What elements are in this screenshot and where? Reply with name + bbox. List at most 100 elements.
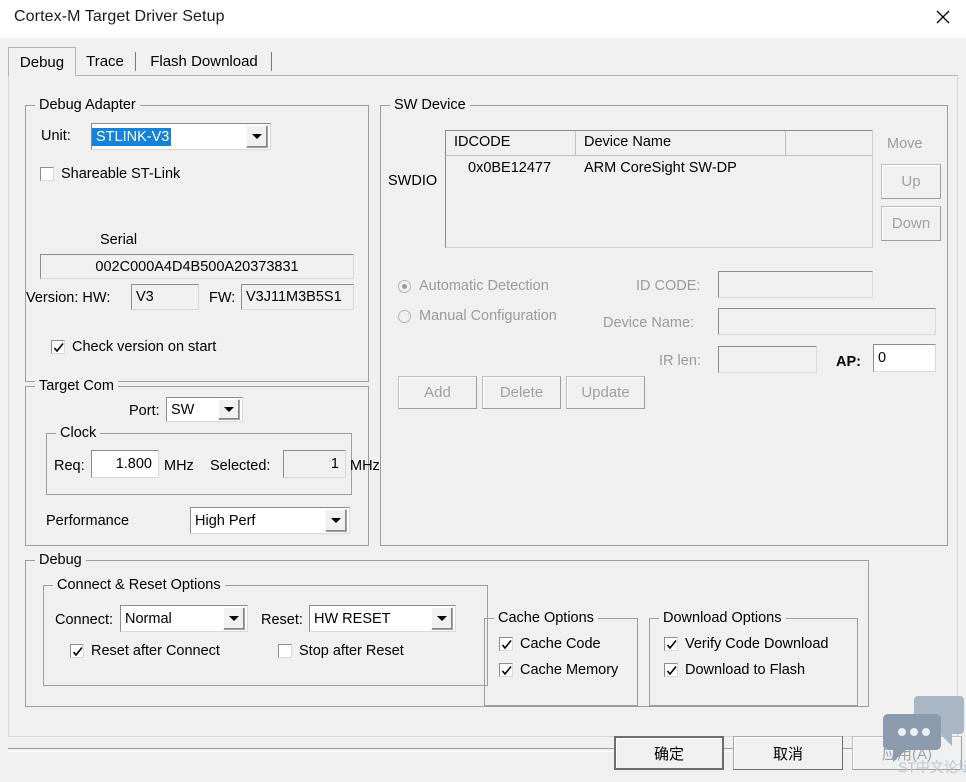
id-code-label: ID CODE: <box>636 278 701 294</box>
chevron-down-icon[interactable] <box>218 399 240 420</box>
target-com-legend: Target Com <box>35 377 118 395</box>
verify-code-download-label: Verify Code Download <box>685 636 829 652</box>
reset-after-connect-checkbox[interactable]: Reset after Connect <box>70 643 220 659</box>
req-clock-field[interactable]: 1.800 <box>91 450 159 478</box>
connect-reset-options-group: Connect & Reset Options Connect: Normal … <box>43 576 488 686</box>
automatic-detection-radio[interactable]: Automatic Detection <box>398 278 549 294</box>
serial-field[interactable]: 002C000A4D4B500A20373831 <box>40 254 354 279</box>
fw-version-field[interactable]: V3J11M3B5S1 <box>241 284 354 310</box>
selected-clock-field: 1 <box>283 450 346 478</box>
fw-label: FW: <box>209 290 236 306</box>
unit-label: Unit: <box>41 128 71 144</box>
ok-button[interactable]: 确定 <box>614 736 724 770</box>
device-name-field[interactable] <box>718 308 936 335</box>
connect-combobox-value: Normal <box>125 610 172 627</box>
cache-options-group: Cache Options Cache Code Cache Memory <box>484 609 638 706</box>
port-combobox[interactable]: SW <box>166 397 243 422</box>
cache-options-legend: Cache Options <box>494 609 598 627</box>
add-device-button[interactable]: Add <box>398 376 477 409</box>
column-header-extra[interactable] <box>786 131 872 155</box>
connect-reset-legend: Connect & Reset Options <box>53 576 225 594</box>
sw-device-group: SW Device SWDIO IDCODE Device Name 0x0BE… <box>380 96 948 546</box>
radio-circle <box>398 309 411 323</box>
stop-after-reset-label: Stop after Reset <box>299 643 404 659</box>
manual-configuration-radio[interactable]: Manual Configuration <box>398 308 557 324</box>
update-device-button[interactable]: Update <box>566 376 645 409</box>
chevron-down-icon[interactable] <box>431 607 453 630</box>
cancel-button[interactable]: 取消 <box>733 736 843 770</box>
cache-memory-checkbox[interactable]: Cache Memory <box>499 662 618 678</box>
tab-active-mask <box>10 74 74 77</box>
checkbox-box <box>499 663 513 677</box>
ir-len-label: IR len: <box>659 353 701 369</box>
tab-trace[interactable]: Trace <box>74 48 136 75</box>
unit-combobox[interactable]: STLINK-V3 <box>91 123 271 150</box>
delete-device-button[interactable]: Delete <box>482 376 561 409</box>
performance-combobox[interactable]: High Perf <box>190 507 350 534</box>
selected-label: Selected: <box>210 458 271 474</box>
check-version-on-start-checkbox[interactable]: Check version on start <box>51 339 216 355</box>
chevron-down-icon[interactable] <box>246 125 268 148</box>
checkbox-box <box>70 644 84 658</box>
checkbox-box <box>51 340 65 354</box>
cell-extra <box>786 156 872 182</box>
chevron-down-icon[interactable] <box>223 607 245 630</box>
shareable-st-link-checkbox[interactable]: Shareable ST-Link <box>40 166 180 182</box>
hw-version-field[interactable]: V3 <box>131 284 199 310</box>
stop-after-reset-checkbox[interactable]: Stop after Reset <box>278 643 404 659</box>
download-to-flash-label: Download to Flash <box>685 662 806 678</box>
selected-unit-label: MHz <box>350 458 380 474</box>
connect-combobox[interactable]: Normal <box>120 605 248 632</box>
sw-device-list-header: IDCODE Device Name <box>446 131 872 156</box>
tab-debug[interactable]: Debug <box>8 47 76 76</box>
debug-adapter-legend: Debug Adapter <box>35 96 140 114</box>
move-up-button[interactable]: Up <box>881 164 941 199</box>
cell-idcode: 0x0BE12477 <box>468 160 552 176</box>
title-bar: Cortex-M Target Driver Setup <box>0 0 966 38</box>
checkbox-box <box>278 644 292 658</box>
automatic-detection-label: Automatic Detection <box>419 278 549 294</box>
ap-field[interactable]: 0 <box>873 344 936 372</box>
reset-combobox[interactable]: HW RESET <box>309 605 456 632</box>
tab-flash-download[interactable]: Flash Download <box>136 48 272 75</box>
reset-label: Reset: <box>261 612 303 628</box>
req-label: Req: <box>54 458 85 474</box>
tab-flash-download-label: Flash Download <box>150 53 258 70</box>
checkbox-box <box>664 637 678 651</box>
version-hw-label: Version: HW: <box>26 290 111 306</box>
move-down-button[interactable]: Down <box>881 206 941 241</box>
port-combobox-value: SW <box>171 401 195 418</box>
performance-label: Performance <box>46 513 130 529</box>
sw-device-legend: SW Device <box>390 96 470 114</box>
checkbox-box <box>664 663 678 677</box>
download-options-group: Download Options Verify Code Download Do… <box>649 609 858 706</box>
clock-legend: Clock <box>56 424 101 442</box>
cache-code-checkbox[interactable]: Cache Code <box>499 636 601 652</box>
close-icon <box>936 10 950 24</box>
tab-separator <box>271 52 272 71</box>
ir-len-field[interactable] <box>718 346 817 373</box>
dialog-client-area: Debug Trace Flash Download Debug Adapter… <box>0 38 966 782</box>
debug-options-group: Debug Connect & Reset Options Connect: N… <box>25 551 869 707</box>
checkbox-box <box>40 167 54 181</box>
apply-button[interactable]: 应用(A) <box>852 736 962 770</box>
reset-after-connect-label: Reset after Connect <box>91 643 220 659</box>
connect-label: Connect: <box>55 612 114 628</box>
serial-label: Serial <box>100 232 138 248</box>
column-header-device-name[interactable]: Device Name <box>576 131 786 155</box>
sw-device-list[interactable]: IDCODE Device Name 0x0BE12477 ARM CoreSi… <box>445 130 873 248</box>
table-row[interactable]: 0x0BE12477 ARM CoreSight SW-DP <box>446 156 872 182</box>
move-label: Move <box>887 136 923 152</box>
verify-code-download-checkbox[interactable]: Verify Code Download <box>664 636 828 652</box>
shareable-st-link-label: Shareable ST-Link <box>61 166 181 182</box>
id-code-field[interactable] <box>718 271 873 298</box>
cell-device-name: ARM CoreSight SW-DP <box>584 160 737 176</box>
unit-combobox-value: STLINK-V3 <box>92 127 172 146</box>
target-driver-setup-dialog: Cortex-M Target Driver Setup Debug Trace… <box>0 0 966 782</box>
close-button[interactable] <box>920 0 966 34</box>
debug-adapter-group: Debug Adapter Unit: STLINK-V3 Shareable … <box>25 96 369 382</box>
window-title: Cortex-M Target Driver Setup <box>14 8 225 25</box>
column-header-idcode[interactable]: IDCODE <box>446 131 576 155</box>
download-to-flash-checkbox[interactable]: Download to Flash <box>664 662 805 678</box>
chevron-down-icon[interactable] <box>325 509 347 532</box>
